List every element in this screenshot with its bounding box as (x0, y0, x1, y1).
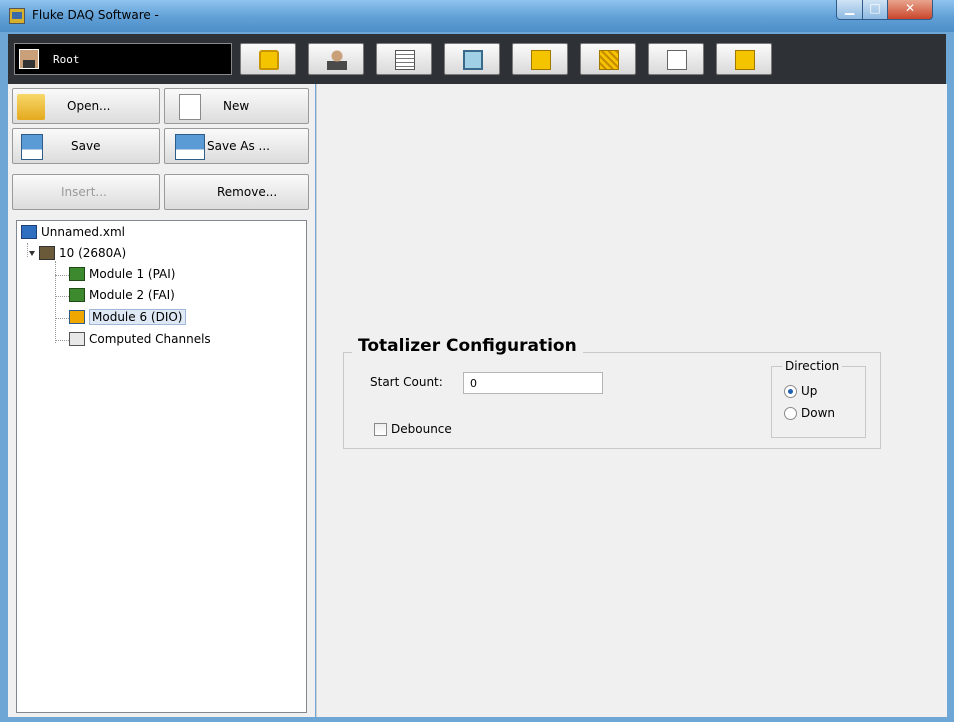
app-icon (9, 8, 25, 24)
dio-module-icon (69, 310, 85, 324)
folder-open-icon (17, 94, 45, 120)
tree-root-label: Unnamed.xml (41, 225, 125, 239)
direction-up-label[interactable]: Up (801, 384, 817, 398)
tree-computed-channels[interactable]: Computed Channels (69, 332, 211, 346)
save-button[interactable]: Save (12, 128, 160, 164)
start-count-input[interactable] (463, 372, 603, 394)
tree-line (55, 275, 69, 276)
tree-root[interactable]: Unnamed.xml (21, 225, 125, 239)
left-panel: Open... New Save Save As ... Insert... R… (8, 84, 315, 717)
tree-line (27, 243, 28, 257)
title-bar: Fluke DAQ Software - ▁ □ ✕ (0, 0, 954, 32)
new-button-label: New (223, 99, 250, 113)
user-admin-button[interactable] (308, 43, 364, 75)
main-toolbar: Root (8, 34, 946, 84)
meter-icon (599, 50, 619, 70)
close-button[interactable]: ✕ (887, 0, 933, 20)
chart-icon (531, 50, 551, 70)
tree-line (55, 261, 56, 343)
computer-icon (21, 225, 37, 239)
tree-module-label: Module 1 (PAI) (89, 267, 176, 281)
email-button[interactable] (648, 43, 704, 75)
open-button[interactable]: Open... (12, 88, 160, 124)
save-as-button-label: Save As ... (207, 139, 270, 153)
config-tree[interactable]: Unnamed.xml 10 (2680A) Module 1 (PAI) Mo… (16, 220, 307, 713)
direction-group: Direction Up Down (771, 359, 866, 438)
tree-module-2[interactable]: Module 2 (FAI) (69, 288, 175, 302)
insert-button-label: Insert... (61, 185, 107, 199)
config-panel: Totalizer Configuration Start Count: Deb… (316, 84, 947, 717)
lock-button[interactable] (240, 43, 296, 75)
module-board-icon (69, 288, 85, 302)
close-icon: ✕ (904, 1, 916, 15)
user-box[interactable]: Root (14, 43, 232, 75)
save-as-icon (175, 134, 205, 160)
totalizer-group: Totalizer Configuration Start Count: Deb… (343, 336, 881, 449)
debounce-checkbox[interactable] (374, 423, 387, 436)
calculator-icon (69, 332, 85, 346)
list-button[interactable] (376, 43, 432, 75)
instrument-icon (39, 246, 55, 260)
list-icon (395, 50, 415, 70)
new-button[interactable]: New (164, 88, 309, 124)
lock-icon (259, 50, 279, 70)
tree-line (55, 340, 69, 341)
tree-module-6[interactable]: Module 6 (DIO) (69, 309, 186, 325)
remove-button-label: Remove... (217, 185, 278, 199)
meter-button[interactable] (580, 43, 636, 75)
email-icon (667, 50, 687, 70)
totalizer-title: Totalizer Configuration (352, 336, 583, 356)
avatar (19, 49, 39, 69)
tree-computed-label: Computed Channels (89, 332, 211, 346)
minimize-button[interactable]: ▁ (836, 0, 863, 20)
window-title: Fluke DAQ Software - (32, 8, 159, 22)
expand-toggle-icon (29, 251, 35, 256)
close-box-button[interactable] (716, 43, 772, 75)
save-icon (21, 134, 43, 160)
insert-button[interactable]: Insert... (12, 174, 160, 210)
new-file-icon (179, 94, 201, 120)
direction-up-radio[interactable] (784, 385, 797, 398)
tree-line (55, 318, 69, 319)
direction-title: Direction (782, 359, 843, 373)
start-count-label: Start Count: (370, 375, 443, 389)
direction-down-label[interactable]: Down (801, 406, 835, 420)
network-icon (463, 50, 483, 70)
direction-down-radio[interactable] (784, 407, 797, 420)
tree-line (55, 296, 69, 297)
user-admin-icon (327, 50, 347, 70)
tree-module-label: Module 6 (DIO) (89, 309, 186, 325)
chart-button[interactable] (512, 43, 568, 75)
tree-instrument[interactable]: 10 (2680A) (29, 246, 126, 260)
remove-button[interactable]: Remove... (164, 174, 309, 210)
module-board-icon (69, 267, 85, 281)
save-button-label: Save (71, 139, 101, 153)
tree-module-1[interactable]: Module 1 (PAI) (69, 267, 175, 281)
network-button[interactable] (444, 43, 500, 75)
maximize-icon: □ (869, 1, 881, 15)
app-window: Fluke DAQ Software - ▁ □ ✕ Root Open... … (0, 0, 954, 722)
user-name: Root (53, 53, 80, 66)
maximize-button[interactable]: □ (862, 0, 888, 20)
close-box-icon (735, 50, 755, 70)
tree-instrument-label: 10 (2680A) (59, 246, 127, 260)
save-as-button[interactable]: Save As ... (164, 128, 309, 164)
debounce-label[interactable]: Debounce (391, 422, 452, 436)
open-button-label: Open... (67, 99, 111, 113)
tree-module-label: Module 2 (FAI) (89, 288, 175, 302)
minimize-icon: ▁ (844, 1, 855, 15)
